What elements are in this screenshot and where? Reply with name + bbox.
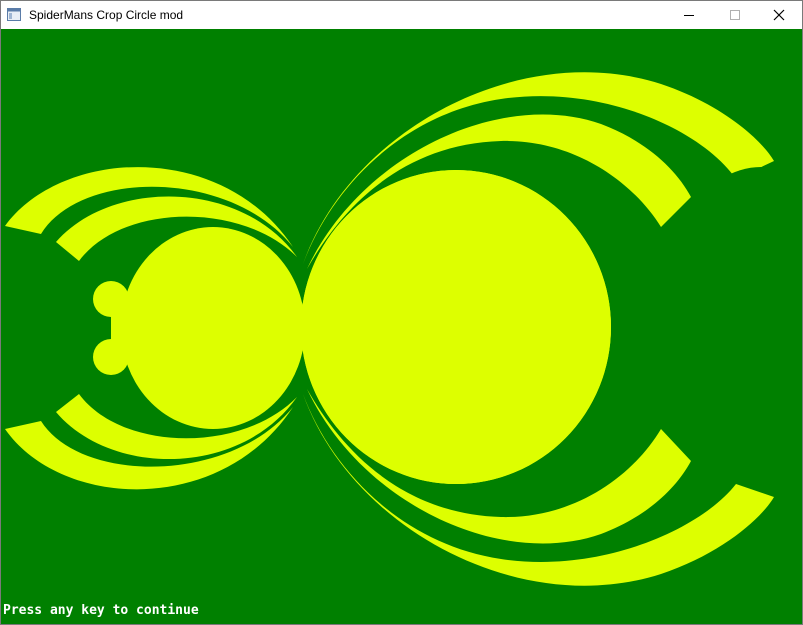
app-window: SpiderMans Crop Circle mod Press any key… — [0, 0, 803, 625]
close-button[interactable] — [756, 1, 802, 29]
window-title: SpiderMans Crop Circle mod — [29, 8, 184, 22]
crop-circle-drawing — [1, 72, 802, 586]
app-icon — [7, 8, 21, 21]
minimize-icon — [684, 15, 694, 16]
left-edge-cutout — [1, 225, 71, 429]
console-canvas: Press any key to continue — [1, 29, 802, 624]
right-body-circle-front — [301, 170, 611, 484]
left-body-circle — [121, 227, 305, 429]
console-prompt: Press any key to continue — [3, 603, 199, 618]
left-knob-bridge — [111, 299, 131, 357]
maximize-button[interactable] — [712, 1, 758, 29]
minimize-button[interactable] — [666, 1, 712, 29]
close-icon — [773, 9, 785, 21]
title-bar[interactable]: SpiderMans Crop Circle mod — [1, 1, 802, 29]
right-edge-cutout — [656, 167, 802, 487]
maximize-icon — [730, 10, 740, 20]
